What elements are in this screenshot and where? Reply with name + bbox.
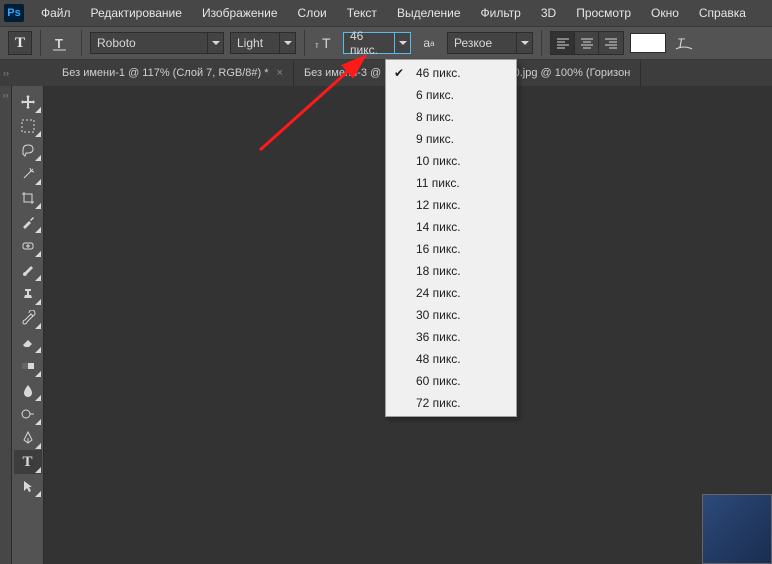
font-style-arrow[interactable]	[280, 32, 296, 54]
panel-strip[interactable]: ››	[0, 86, 12, 564]
align-left-button[interactable]	[551, 32, 575, 54]
font-size-value[interactable]: 46 пикс.	[343, 32, 395, 54]
healing-brush-tool[interactable]	[14, 234, 42, 258]
size-option[interactable]: 6 пикс.	[386, 84, 516, 106]
font-size-arrow[interactable]	[395, 32, 411, 54]
move-tool[interactable]	[14, 90, 42, 114]
blur-tool[interactable]	[14, 378, 42, 402]
current-tool-icon[interactable]: T	[8, 31, 32, 55]
document-tab-2[interactable]: Без имени-3 @	[294, 60, 392, 86]
text-orientation-button[interactable]: T	[49, 31, 73, 55]
magic-wand-tool[interactable]	[14, 162, 42, 186]
eyedropper-tool[interactable]	[14, 210, 42, 234]
font-family-value[interactable]: Roboto	[90, 32, 208, 54]
pen-tool[interactable]	[14, 426, 42, 450]
svg-text:T: T	[322, 35, 331, 51]
font-size-dropdown[interactable]: 46 пикс.	[343, 32, 411, 54]
size-option[interactable]: 8 пикс.	[386, 106, 516, 128]
menu-file[interactable]: Файл	[32, 2, 80, 24]
crop-tool[interactable]	[14, 186, 42, 210]
size-option[interactable]: 11 пикс.	[386, 172, 516, 194]
menu-3d[interactable]: 3D	[532, 2, 565, 24]
size-option[interactable]: 48 пикс.	[386, 348, 516, 370]
size-option[interactable]: 14 пикс.	[386, 216, 516, 238]
tab-title: Без имени-3 @	[304, 67, 381, 79]
font-style-value[interactable]: Light	[230, 32, 280, 54]
brush-tool[interactable]	[14, 258, 42, 282]
antialias-arrow[interactable]	[517, 32, 533, 54]
marquee-tool[interactable]	[14, 114, 42, 138]
eraser-tool[interactable]	[14, 330, 42, 354]
toolbox: T	[12, 86, 44, 564]
menu-filter[interactable]: Фильтр	[472, 2, 530, 24]
menu-layers[interactable]: Слои	[289, 2, 336, 24]
navigator-thumbnail[interactable]	[702, 494, 772, 564]
lasso-tool[interactable]	[14, 138, 42, 162]
size-option[interactable]: 30 пикс.	[386, 304, 516, 326]
warp-text-button[interactable]: T	[672, 31, 696, 55]
menu-select[interactable]: Выделение	[388, 2, 470, 24]
size-option[interactable]: 36 пикс.	[386, 326, 516, 348]
size-option[interactable]: 12 пикс.	[386, 194, 516, 216]
align-right-button[interactable]	[599, 32, 623, 54]
path-select-tool[interactable]	[14, 474, 42, 498]
size-option[interactable]: ✔46 пикс.	[386, 62, 516, 84]
font-size-icon: тT	[313, 31, 337, 55]
options-bar: T T Roboto Light тT 46 пикс. aa Резкое T	[0, 26, 772, 60]
text-color-swatch[interactable]	[630, 33, 666, 53]
antialias-icon: aa	[417, 31, 441, 55]
close-tab-icon[interactable]: ×	[277, 67, 283, 79]
clone-stamp-tool[interactable]	[14, 282, 42, 306]
font-family-dropdown[interactable]: Roboto	[90, 32, 224, 54]
tab-handle-icon[interactable]: ››	[0, 60, 12, 86]
size-option[interactable]: 16 пикс.	[386, 238, 516, 260]
menu-bar: Ps Файл Редактирование Изображение Слои …	[0, 0, 772, 26]
antialias-value[interactable]: Резкое	[447, 32, 517, 54]
tab-title: Без имени-1 @ 117% (Слой 7, RGB/8#) *	[62, 67, 269, 79]
gradient-tool[interactable]	[14, 354, 42, 378]
size-option[interactable]: 72 пикс.	[386, 392, 516, 414]
menu-help[interactable]: Справка	[690, 2, 755, 24]
history-brush-tool[interactable]	[14, 306, 42, 330]
font-style-dropdown[interactable]: Light	[230, 32, 296, 54]
document-tab-1[interactable]: Без имени-1 @ 117% (Слой 7, RGB/8#) * ×	[52, 60, 294, 86]
font-family-arrow[interactable]	[208, 32, 224, 54]
size-option[interactable]: 24 пикс.	[386, 282, 516, 304]
check-icon: ✔	[394, 66, 404, 80]
svg-text:T: T	[55, 36, 63, 51]
type-tool[interactable]: T	[14, 450, 42, 474]
text-align-group	[550, 31, 624, 55]
dodge-tool[interactable]	[14, 402, 42, 426]
align-center-button[interactable]	[575, 32, 599, 54]
size-option[interactable]: 18 пикс.	[386, 260, 516, 282]
size-option[interactable]: 10 пикс.	[386, 150, 516, 172]
size-option[interactable]: 60 пикс.	[386, 370, 516, 392]
menu-view[interactable]: Просмотр	[567, 2, 640, 24]
menu-image[interactable]: Изображение	[193, 2, 287, 24]
font-size-menu: ✔46 пикс. 6 пикс. 8 пикс. 9 пикс. 10 пик…	[385, 59, 517, 417]
menu-window[interactable]: Окно	[642, 2, 688, 24]
antialias-dropdown[interactable]: Резкое	[447, 32, 533, 54]
size-option[interactable]: 9 пикс.	[386, 128, 516, 150]
menu-edit[interactable]: Редактирование	[82, 2, 191, 24]
ps-logo: Ps	[4, 4, 24, 22]
svg-text:т: т	[315, 41, 319, 50]
menu-text[interactable]: Текст	[338, 2, 386, 24]
